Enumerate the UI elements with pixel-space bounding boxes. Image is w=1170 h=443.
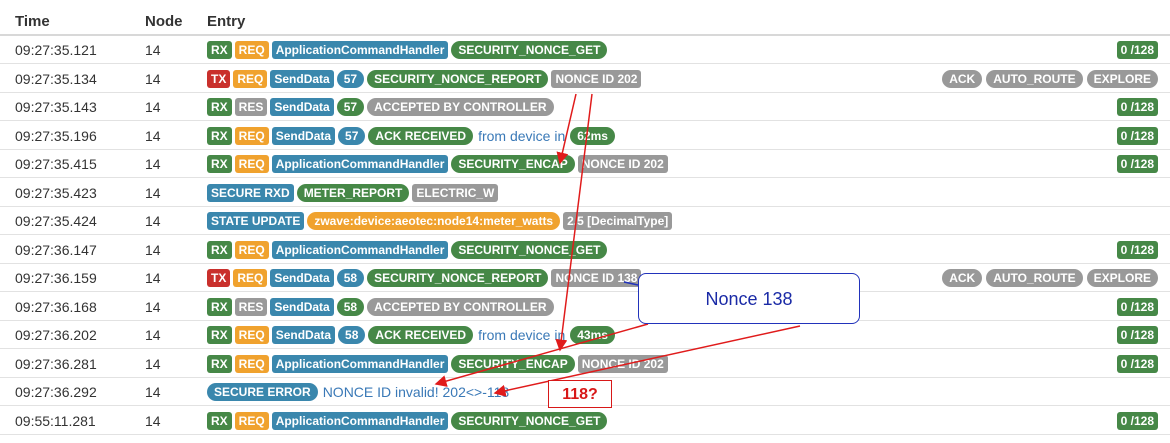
annotation-arrows: [434, 93, 801, 397]
arrow-nonce-202-to-encap: [556, 93, 577, 165]
note-text: 118?: [562, 386, 598, 403]
arrow-nonce-202-to-encap-2: [555, 93, 593, 352]
callout-nonce-138: Nonce 138: [638, 273, 860, 324]
note-118: 118?: [548, 380, 612, 408]
arrow-callout-to-error: [493, 325, 801, 397]
arrow-encap-to-error: [434, 323, 649, 387]
callout-pointer: [623, 281, 639, 286]
callout-text: Nonce 138: [705, 289, 793, 309]
